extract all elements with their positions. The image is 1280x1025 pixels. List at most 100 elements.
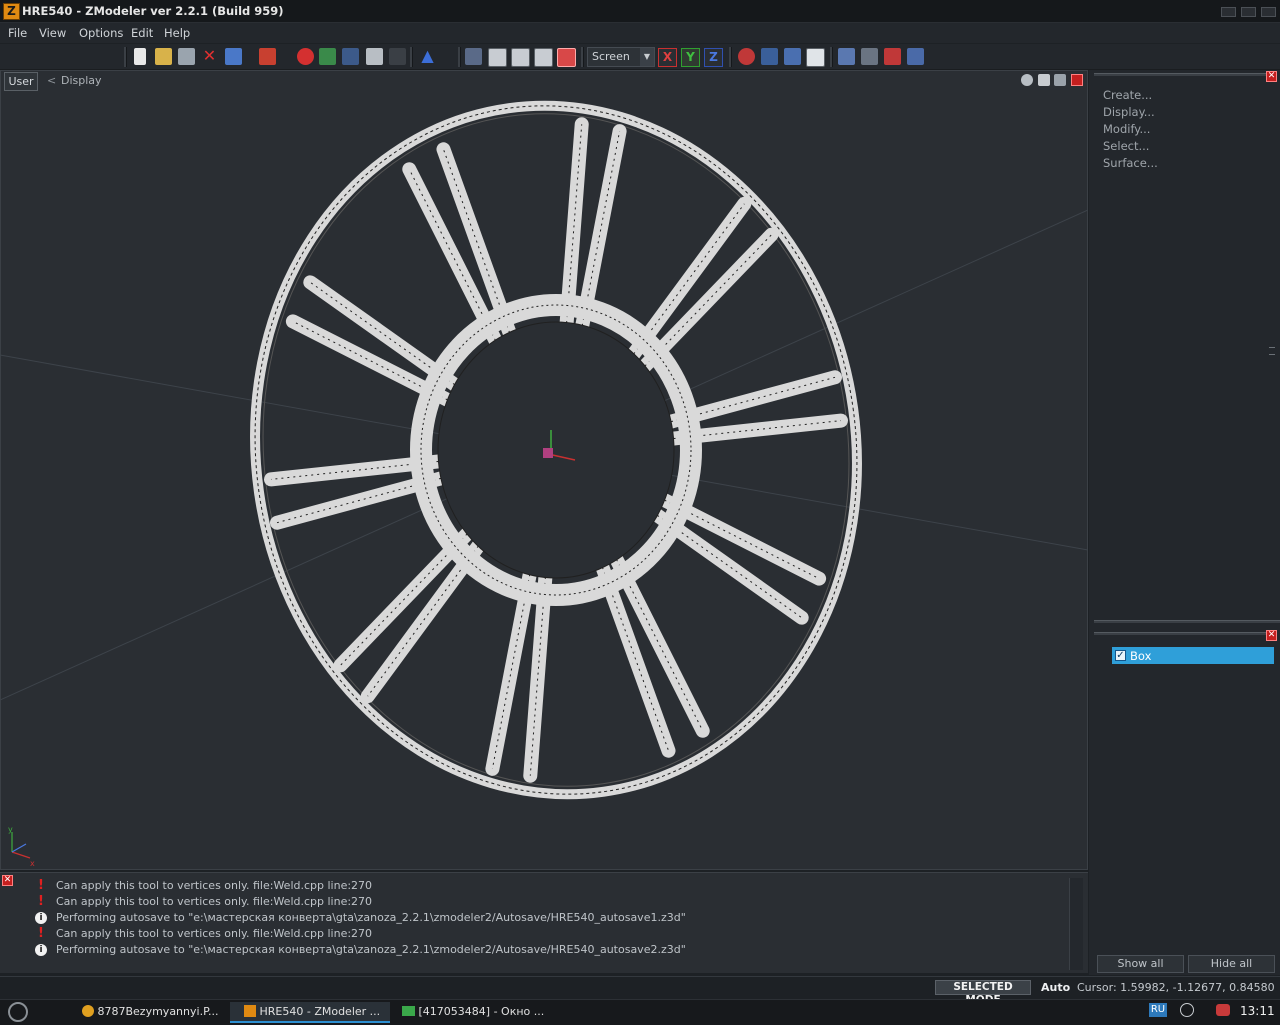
taskbar-item-chat[interactable]: [417053484] - Окно ... bbox=[398, 1002, 558, 1021]
align-tool-icon[interactable] bbox=[861, 48, 878, 65]
error-icon: ! bbox=[38, 894, 44, 909]
gizmo-y-label: y bbox=[8, 825, 13, 834]
toolbar-separator bbox=[410, 47, 413, 67]
pivot-tool-icon[interactable] bbox=[884, 48, 901, 65]
auto-mode-label[interactable]: Auto bbox=[1041, 981, 1070, 994]
command-create[interactable]: Create... bbox=[1103, 88, 1152, 102]
maximize-viewport-icon[interactable] bbox=[1054, 74, 1066, 86]
menu-edit[interactable]: Edit bbox=[131, 26, 153, 40]
wheel-wireframe-model: y x bbox=[0, 100, 1088, 868]
taskbar-item-zmodeler[interactable]: HRE540 - ZModeler ... bbox=[230, 1002, 390, 1023]
cursor-coordinates: Cursor: 1.59982, -1.12677, 0.84580 bbox=[1077, 981, 1275, 994]
material-icon[interactable] bbox=[297, 48, 314, 65]
save-icon[interactable] bbox=[178, 48, 195, 65]
log-line: Can apply this tool to vertices only. fi… bbox=[56, 927, 373, 940]
command-display[interactable]: Display... bbox=[1103, 105, 1155, 119]
properties-icon[interactable] bbox=[366, 48, 383, 65]
app-tray-icon[interactable] bbox=[1216, 1004, 1230, 1016]
commands-panel-close-icon[interactable]: ✕ bbox=[1266, 71, 1277, 82]
texture-icon[interactable] bbox=[319, 48, 336, 65]
maximize-button[interactable] bbox=[1241, 7, 1256, 17]
panel-splitter-grip[interactable] bbox=[1269, 347, 1275, 355]
axis-z-button[interactable]: Z bbox=[704, 48, 723, 67]
select-edges-icon[interactable] bbox=[488, 48, 507, 67]
command-surface[interactable]: Surface... bbox=[1103, 156, 1158, 170]
toolbar-separator bbox=[830, 47, 833, 67]
delete-icon[interactable]: ✕ bbox=[201, 48, 218, 65]
scene-panel-close-icon[interactable]: ✕ bbox=[1266, 630, 1277, 641]
panel-divider bbox=[1094, 620, 1280, 623]
select-vertices-icon[interactable] bbox=[465, 48, 482, 65]
zmodeler-app-icon[interactable]: Z bbox=[3, 3, 20, 20]
render-tool-icon[interactable] bbox=[907, 48, 924, 65]
move-tool-icon[interactable] bbox=[738, 48, 755, 65]
scene-item-checkbox[interactable]: ✓ bbox=[1115, 650, 1126, 661]
rotate-tool-icon[interactable] bbox=[761, 48, 778, 65]
log-line: Can apply this tool to vertices only. fi… bbox=[56, 879, 373, 892]
menu-file[interactable]: File bbox=[8, 26, 27, 40]
hide-all-button[interactable]: Hide all bbox=[1188, 955, 1275, 973]
gizmo-z-axis bbox=[11, 843, 27, 853]
log-line: Can apply this tool to vertices only. fi… bbox=[56, 895, 373, 908]
log-scrollbar[interactable] bbox=[1069, 878, 1083, 970]
start-button-icon[interactable] bbox=[8, 1002, 28, 1022]
gizmo-x-axis bbox=[11, 851, 31, 859]
select-faces-icon[interactable] bbox=[511, 48, 530, 67]
log-close-icon[interactable]: ✕ bbox=[2, 875, 13, 886]
chevron-down-icon: ▼ bbox=[640, 48, 654, 66]
error-icon: ! bbox=[38, 878, 44, 893]
taskbar-item-label: [417053484] - Окно ... bbox=[418, 1005, 545, 1018]
taskbar-item-label: HRE540 - ZModeler ... bbox=[259, 1005, 381, 1018]
new-file-icon[interactable] bbox=[134, 48, 146, 65]
menu-options[interactable]: Options bbox=[79, 26, 123, 40]
link-icon[interactable] bbox=[342, 48, 359, 65]
menu-help[interactable]: Help bbox=[164, 26, 190, 40]
select-all-icon[interactable] bbox=[557, 48, 576, 67]
wheel-center-bore bbox=[437, 321, 675, 579]
info-icon: i bbox=[35, 912, 47, 924]
command-modify[interactable]: Modify... bbox=[1103, 122, 1150, 136]
undo-icon[interactable] bbox=[259, 48, 276, 65]
right-panel bbox=[1089, 70, 1280, 975]
zmodeler-icon bbox=[244, 1005, 256, 1017]
wheel-mesh bbox=[250, 100, 862, 800]
show-all-button[interactable]: Show all bbox=[1097, 955, 1184, 973]
toolbar-separator bbox=[581, 47, 584, 67]
scene-item-label[interactable]: Box bbox=[1130, 649, 1151, 663]
import-icon[interactable] bbox=[225, 48, 242, 65]
disabled-tool-icon bbox=[389, 48, 406, 65]
scene-panel-header bbox=[1094, 632, 1266, 635]
viewport-close-icon[interactable] bbox=[1071, 74, 1083, 86]
toolbar-separator bbox=[729, 47, 732, 67]
language-indicator[interactable]: RU bbox=[1149, 1003, 1167, 1017]
close-window-button[interactable] bbox=[1261, 7, 1276, 17]
viewport-mode-label: Display bbox=[61, 74, 102, 87]
taskbar-item-label: 8787Bezymyannyi.P... bbox=[97, 1005, 219, 1018]
menu-view[interactable]: View bbox=[39, 26, 66, 40]
back-arrow[interactable]: < bbox=[47, 74, 56, 87]
coordinate-system-value: Screen bbox=[592, 50, 630, 63]
network-tray-icon[interactable] bbox=[1180, 1003, 1194, 1017]
taskbar-item-image[interactable]: 8787Bezymyannyi.P... bbox=[78, 1002, 226, 1021]
open-folder-icon[interactable] bbox=[155, 48, 172, 65]
error-icon: ! bbox=[38, 926, 44, 941]
axis-y-button[interactable]: Y bbox=[681, 48, 700, 67]
minimize-button[interactable] bbox=[1221, 7, 1236, 17]
selection-mode-badge[interactable]: SELECTED MODE bbox=[935, 980, 1031, 1006]
coordinate-system-select[interactable]: Screen ▼ bbox=[587, 47, 655, 67]
toolbar-separator bbox=[458, 47, 461, 67]
select-objects-icon[interactable] bbox=[534, 48, 553, 67]
mirror-tool-icon[interactable] bbox=[806, 48, 825, 67]
view-name-button[interactable]: User bbox=[4, 72, 38, 91]
select-arrow-icon[interactable]: ▲ bbox=[419, 48, 436, 65]
commands-panel-header bbox=[1094, 73, 1266, 76]
snap-tool-icon[interactable] bbox=[838, 48, 855, 65]
command-select[interactable]: Select... bbox=[1103, 139, 1149, 153]
pan-hand-icon[interactable] bbox=[1038, 74, 1050, 86]
scale-tool-icon[interactable] bbox=[784, 48, 801, 65]
taskbar-clock: 13:11 bbox=[1240, 1004, 1275, 1018]
zoom-icon[interactable] bbox=[1021, 74, 1033, 86]
toolbar-separator bbox=[124, 47, 127, 67]
log-line: Performing autosave to "e:\мастерская ко… bbox=[56, 911, 686, 924]
axis-x-button[interactable]: X bbox=[658, 48, 677, 67]
